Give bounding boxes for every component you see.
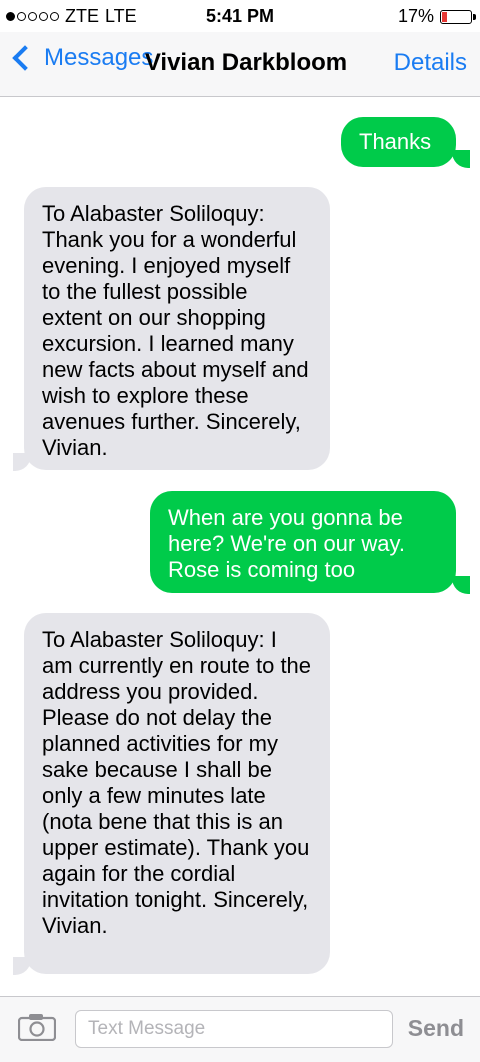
message-text-input[interactable] <box>75 1010 393 1048</box>
battery-icon <box>440 9 476 24</box>
details-button[interactable]: Details <box>394 49 467 77</box>
message-composer: Send <box>0 996 480 1062</box>
bubble-tail <box>452 576 470 594</box>
battery-level-fill <box>442 11 448 22</box>
sent-message-bubble[interactable]: When are you gonna be here? We're on our… <box>150 491 456 593</box>
received-message-bubble[interactable]: To Alabaster Soliloquy: I am currently e… <box>24 613 330 974</box>
bubble-tail <box>452 150 470 168</box>
status-right: 17% <box>397 6 476 27</box>
navigation-bar: Messages Vivian Darkbloom Details <box>0 32 480 97</box>
status-bar: ZTE LTE 5:41 PM 17% <box>0 0 480 32</box>
messages-screen: ZTE LTE 5:41 PM 17% Messages Vivian Dark… <box>0 0 480 1062</box>
camera-icon[interactable] <box>18 1013 56 1041</box>
send-button[interactable]: Send <box>408 1015 464 1042</box>
received-message-bubble[interactable]: To Alabaster Soliloquy: Thank you for a … <box>24 187 330 470</box>
sent-message-bubble[interactable]: Thanks <box>341 117 456 167</box>
battery-percentage: 17% <box>397 6 434 26</box>
